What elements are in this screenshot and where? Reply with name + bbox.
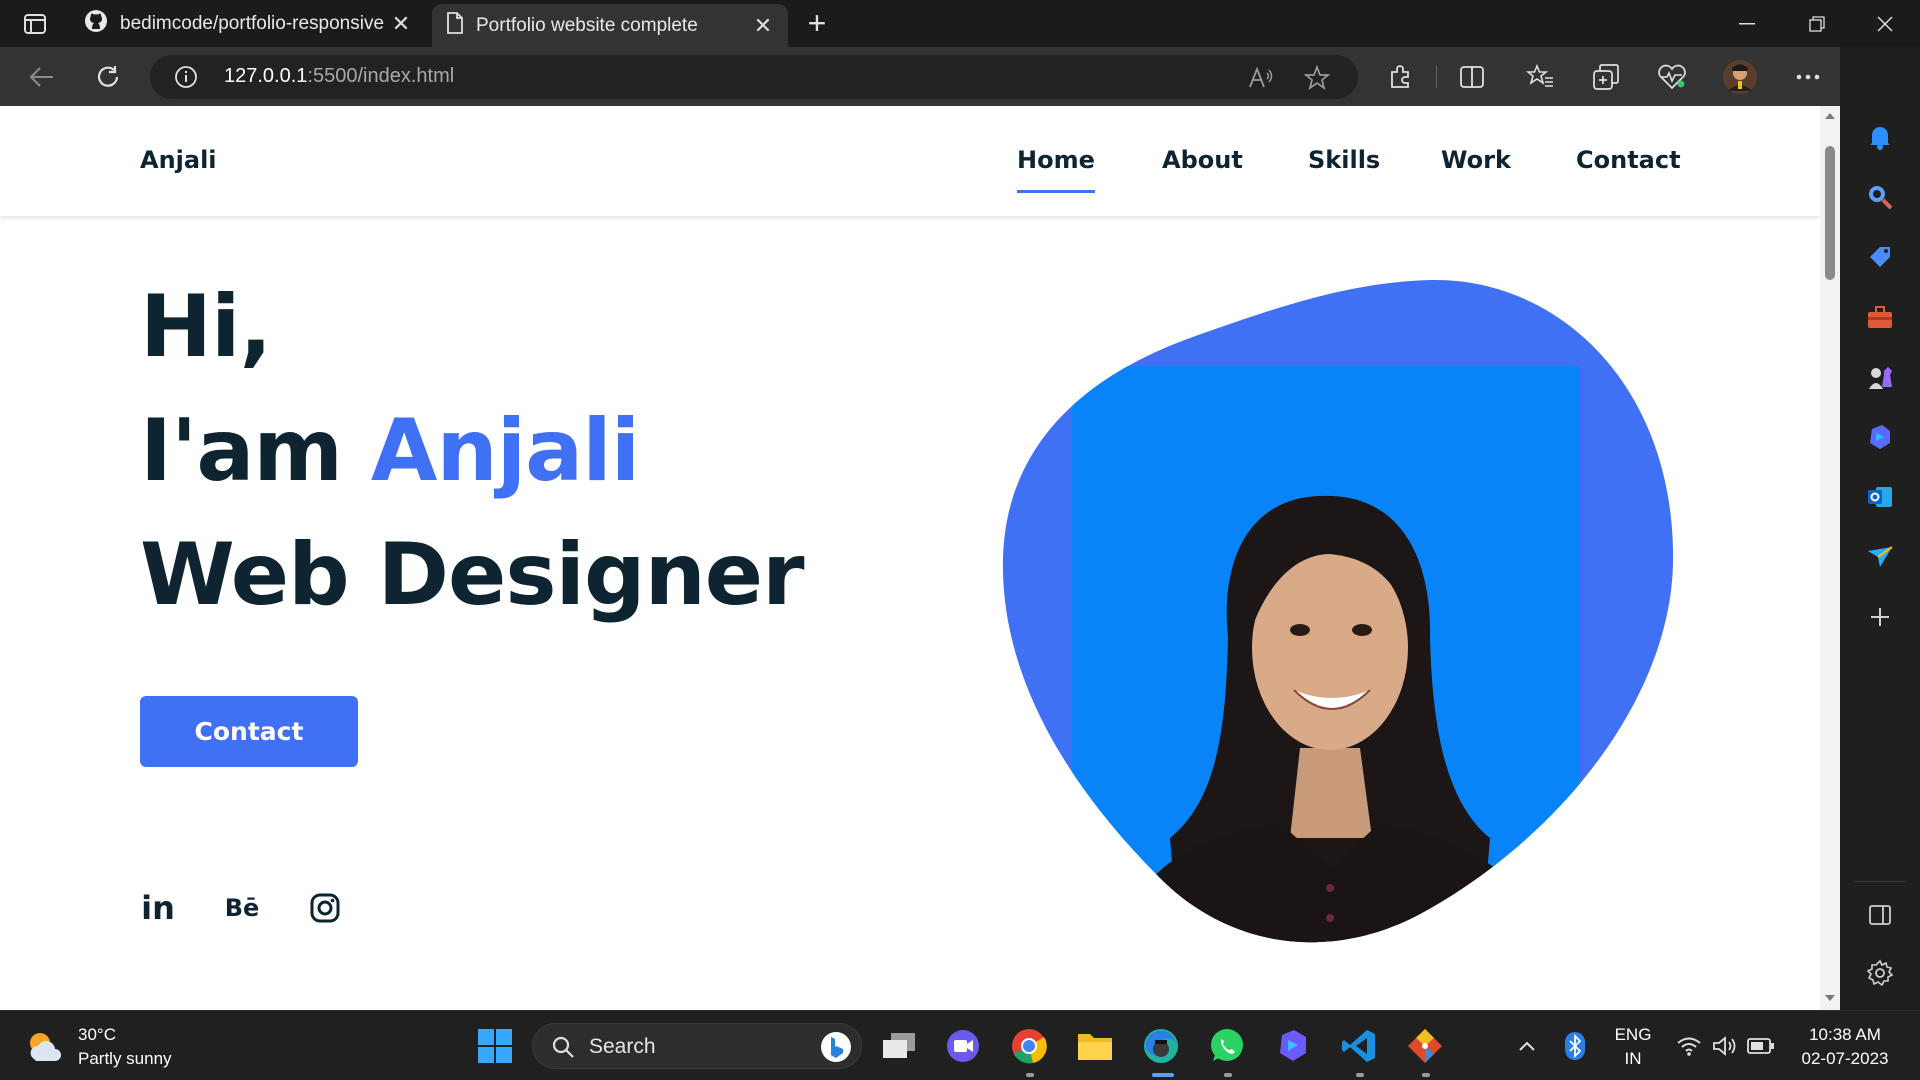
- running-indicator: [1356, 1073, 1364, 1077]
- bing-icon: [821, 1032, 851, 1062]
- copilot-bing-icon[interactable]: [1860, 417, 1900, 457]
- search-icon: [552, 1036, 574, 1058]
- hero-greeting: Hi,: [140, 277, 272, 377]
- collections-icon[interactable]: [1586, 57, 1626, 97]
- contact-button[interactable]: Contact: [140, 696, 358, 767]
- profile-avatar[interactable]: [1720, 57, 1760, 97]
- page-scrollbar[interactable]: [1820, 106, 1840, 1010]
- language-indicator[interactable]: ENG IN: [1608, 1023, 1658, 1071]
- tab-title: bedimcode/portfolio-responsive: [120, 12, 385, 34]
- search-icon[interactable]: [1860, 177, 1900, 217]
- read-aloud-icon[interactable]: [1246, 63, 1276, 93]
- toolbar-divider: [1436, 66, 1437, 88]
- running-indicator: [1422, 1073, 1430, 1077]
- shopping-icon[interactable]: [1860, 237, 1900, 277]
- meet-icon[interactable]: [942, 1025, 984, 1067]
- nav-work[interactable]: Work: [1441, 146, 1511, 174]
- outlook-icon[interactable]: [1860, 477, 1900, 517]
- minimize-icon[interactable]: [1712, 0, 1782, 47]
- partly-sunny-icon: [30, 1033, 61, 1061]
- weather-widget[interactable]: 30°C Partly sunny: [24, 1023, 172, 1071]
- back-icon[interactable]: [22, 57, 62, 97]
- document-icon: [446, 11, 464, 40]
- edge-icon[interactable]: [1140, 1025, 1182, 1067]
- active-indicator: [1152, 1073, 1174, 1077]
- restore-icon[interactable]: [1782, 0, 1852, 47]
- scroll-up-icon[interactable]: [1824, 112, 1836, 120]
- scroll-down-icon[interactable]: [1824, 994, 1836, 1002]
- taskbar-search[interactable]: Search: [532, 1023, 862, 1069]
- hero-name: Anjali: [370, 401, 640, 501]
- new-tab-button[interactable]: +: [800, 6, 834, 40]
- nav-home[interactable]: Home: [1017, 146, 1095, 193]
- site-logo[interactable]: Anjali: [140, 146, 217, 174]
- weather-desc: Partly sunny: [78, 1049, 172, 1068]
- favorite-star-icon[interactable]: [1302, 63, 1332, 93]
- browser-title-bar: bedimcode/portfolio-responsive ✕ Portfol…: [0, 0, 1920, 47]
- site-header: Anjali Home About Skills Work Contact: [0, 106, 1820, 216]
- browser-toolbar: 127.0.0.1:5500/index.html: [0, 47, 1920, 106]
- clock-time: 10:38 AM: [1809, 1025, 1881, 1044]
- linkedin-icon[interactable]: in: [138, 888, 178, 928]
- file-explorer-icon[interactable]: [1074, 1025, 1116, 1067]
- split-screen-icon[interactable]: [1452, 57, 1492, 97]
- favorites-icon[interactable]: [1520, 57, 1560, 97]
- settings-icon[interactable]: [1860, 953, 1900, 993]
- more-icon[interactable]: [1788, 57, 1828, 97]
- tab-github[interactable]: bedimcode/portfolio-responsive ✕: [70, 0, 426, 47]
- send-icon[interactable]: [1860, 537, 1900, 577]
- profile-photo-blob: [1002, 279, 1674, 943]
- notifications-icon[interactable]: [1860, 117, 1900, 157]
- windows-start-icon[interactable]: [474, 1025, 516, 1067]
- tab-portfolio[interactable]: Portfolio website complete ✕: [432, 4, 788, 47]
- instagram-icon[interactable]: [305, 888, 345, 928]
- url-text: 127.0.0.1:5500/index.html: [224, 65, 455, 87]
- copilot-icon[interactable]: [1272, 1025, 1314, 1067]
- extensions-icon[interactable]: [1380, 57, 1420, 97]
- search-label: Search: [589, 1035, 656, 1058]
- vscode-icon[interactable]: [1338, 1025, 1380, 1067]
- chrome-icon[interactable]: [1008, 1025, 1050, 1067]
- scroll-thumb[interactable]: [1825, 146, 1835, 280]
- chevron-up-icon[interactable]: [1506, 1025, 1548, 1067]
- running-indicator: [1026, 1073, 1034, 1077]
- nav-skills[interactable]: Skills: [1308, 146, 1380, 174]
- task-view-icon[interactable]: [878, 1025, 920, 1067]
- clock[interactable]: 10:38 AM 02-07-2023: [1790, 1023, 1900, 1071]
- close-window-icon[interactable]: [1850, 0, 1920, 47]
- behance-icon[interactable]: Bē: [222, 888, 262, 928]
- refresh-icon[interactable]: [88, 57, 128, 97]
- tools-icon[interactable]: [1860, 297, 1900, 337]
- tab-title: Portfolio website complete: [476, 14, 698, 36]
- whatsapp-icon[interactable]: [1206, 1025, 1248, 1067]
- performance-icon[interactable]: [1652, 57, 1692, 97]
- github-icon: [84, 9, 108, 39]
- clock-date: 02-07-2023: [1801, 1049, 1889, 1068]
- close-tab-icon[interactable]: ✕: [752, 13, 774, 39]
- bluetooth-icon[interactable]: [1554, 1025, 1596, 1067]
- sidebar-toggle-icon[interactable]: [1860, 895, 1900, 935]
- nav-contact[interactable]: Contact: [1576, 146, 1681, 174]
- hero-title: Web Designer: [140, 525, 805, 625]
- close-tab-icon[interactable]: ✕: [390, 11, 412, 37]
- tab-actions-icon[interactable]: [18, 10, 52, 38]
- site-info-icon[interactable]: [174, 65, 198, 93]
- page-viewport: Anjali Home About Skills Work Contact Hi…: [0, 106, 1820, 1010]
- running-indicator: [1224, 1073, 1232, 1077]
- nav-about[interactable]: About: [1162, 146, 1243, 174]
- git-icon[interactable]: [1404, 1025, 1446, 1067]
- edge-sidebar: [1840, 47, 1920, 1010]
- games-icon[interactable]: [1860, 357, 1900, 397]
- weather-temp: 30°C: [78, 1025, 116, 1044]
- sidebar-divider: [1854, 881, 1906, 882]
- hero-intro: I'am Anjali: [140, 401, 640, 501]
- battery-icon[interactable]: [1740, 1025, 1782, 1067]
- address-bar[interactable]: 127.0.0.1:5500/index.html: [150, 55, 1358, 99]
- windows-taskbar: 30°C Partly sunny Search ENG IN 10:38 AM…: [0, 1010, 1920, 1080]
- add-icon[interactable]: [1860, 597, 1900, 637]
